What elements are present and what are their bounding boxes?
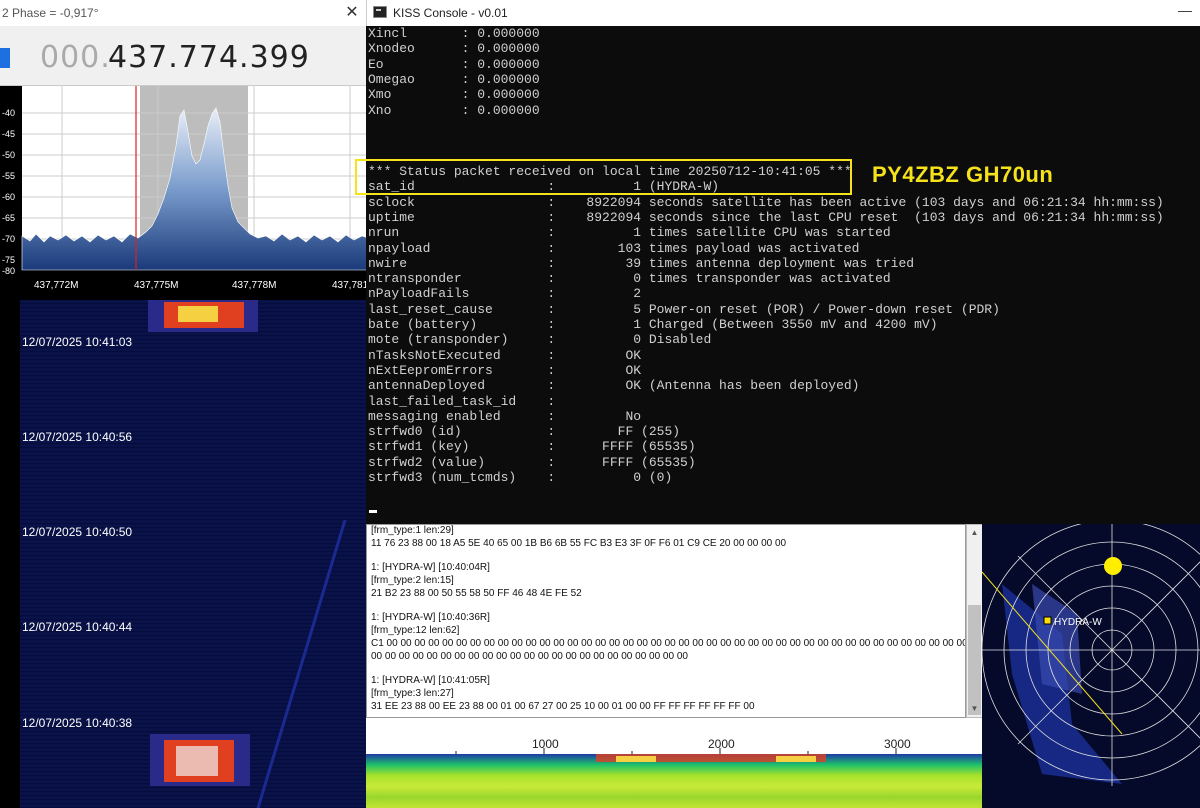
db-tick: -80	[2, 266, 15, 276]
scroll-down-arrow-icon[interactable]: ▼	[967, 701, 982, 717]
db-tick: -65	[2, 213, 15, 223]
signal-burst	[178, 306, 218, 322]
freq-tick: 437,775M	[134, 280, 178, 291]
sdr-window-title: 2 Phase = -0,917°	[2, 6, 99, 20]
db-tick: -60	[2, 192, 15, 202]
console-line: ntransponder : 0 times transponder was a…	[368, 271, 891, 287]
sdr-waterfall[interactable]: 12/07/2025 10:41:03 12/07/2025 10:40:56 …	[0, 300, 368, 808]
waterfall-timestamp: 12/07/2025 10:40:50	[22, 525, 133, 539]
frequency-display[interactable]: 000. 437.774.399	[0, 26, 368, 86]
console-line: Omegao : 0.000000	[368, 71, 540, 87]
console-line: Xincl : 0.000000	[368, 26, 540, 41]
polar-plot-svg	[982, 524, 1200, 786]
packet-log-line: 00 00 00 00 00 00 00 00 00 00 00 00 00 0…	[371, 651, 688, 662]
packet-log-line: [frm_type:3 len:27]	[371, 688, 454, 699]
packet-log-line: 21 B2 23 88 00 50 55 58 50 FF 46 48 4E F…	[371, 588, 582, 599]
waterfall-timestamp: 12/07/2025 10:40:56	[22, 430, 133, 444]
db-tick: -40	[2, 108, 15, 118]
packet-log-line: [frm_type:12 len:62]	[371, 625, 460, 636]
console-output[interactable]: Xincl : 0.000000 Xnodeo : 0.000000 Eo : …	[366, 26, 1200, 524]
console-line: uptime : 8922094 seconds since the last …	[368, 209, 1164, 225]
console-line: strfwd2 (value) : FFFF (65535)	[368, 454, 696, 470]
packet-log-line: 11 76 23 88 00 18 A5 5E 40 65 00 1B B6 6…	[371, 538, 787, 549]
packet-log-line: 1: [HYDRA-W] [10:41:05R]	[371, 675, 490, 686]
waterfall-signals	[148, 300, 347, 808]
db-tick: -50	[2, 150, 15, 160]
audio-frequency-scale: 1000 2000 3000	[366, 718, 982, 754]
console-line: nTasksNotExecuted : OK	[368, 347, 642, 363]
console-line: Xnodeo : 0.000000	[368, 41, 540, 57]
waterfall-timestamp: 12/07/2025 10:40:38	[22, 716, 133, 730]
callsign-annotation: PY4ZBZ GH70un	[872, 162, 1054, 187]
kiss-window-title: KISS Console - v0.01	[393, 6, 508, 20]
audio-signal	[596, 754, 826, 762]
console-line: nExtEepromErrors : OK	[368, 362, 642, 378]
db-tick: -75	[2, 255, 15, 265]
frequency-value[interactable]: 437.774.399	[108, 40, 310, 75]
packet-log-line: 1: [HYDRA-W] [10:40:04R]	[371, 562, 490, 573]
spectrum-svg: -40 -45 -50 -55 -60 -65 -70 -75 -80 437,…	[2, 86, 369, 291]
console-line: strfwd0 (id) : FF (255)	[368, 424, 681, 440]
console-line: last_reset_cause : 5 Power-on reset (POR…	[368, 301, 1000, 317]
console-line: Eo : 0.000000	[368, 56, 540, 72]
polar-tracking-plot[interactable]	[982, 524, 1200, 808]
packet-log-line: 1: [HYDRA-W] [10:40:36R]	[371, 612, 490, 623]
satellite-label: HYDRA-W	[1054, 617, 1102, 628]
console-line: mote (transponder) : 0 Disabled	[368, 332, 712, 348]
db-tick: -55	[2, 171, 15, 181]
sun-icon	[1104, 557, 1122, 575]
packet-log[interactable]: [frm_type:1 len:29] 11 76 23 88 00 18 A5…	[366, 524, 966, 718]
frequency-slider[interactable]	[0, 48, 10, 68]
console-line: messaging enabled : No	[368, 408, 642, 424]
console-line: npayload : 103 times payload was activat…	[368, 240, 860, 256]
console-line: nPayloadFails : 2	[368, 286, 642, 302]
packet-log-line: C1 00 00 00 00 00 00 00 00 00 00 00 00 0…	[371, 638, 966, 649]
console-line: bate (battery) : 1 Charged (Between 3550…	[368, 317, 938, 332]
packet-log-line: 31 EE 23 88 00 EE 23 88 00 01 00 67 27 0…	[371, 701, 755, 712]
console-line: strfwd3 (num_tcmds) : 0 (0)	[368, 470, 673, 485]
console-line: antennaDeployed : OK (Antenna has been d…	[368, 378, 860, 394]
waterfall-timestamp: 12/07/2025 10:40:44	[22, 620, 133, 634]
freq-tick: 437,778M	[232, 280, 276, 291]
packet-log-line: [frm_type:2 len:15]	[371, 575, 454, 586]
console-line: Xno : 0.000000	[368, 102, 540, 118]
console-app-icon	[373, 6, 387, 18]
kiss-console-titlebar: KISS Console - v0.01	[366, 0, 1200, 26]
console-cursor	[369, 510, 377, 513]
audio-waterfall[interactable]: 1000 2000 3000	[366, 718, 982, 808]
signal-burst	[176, 746, 218, 776]
console-line: Xmo : 0.000000	[368, 87, 540, 103]
satellite-marker-icon[interactable]	[1043, 616, 1052, 625]
packet-log-scrollbar[interactable]: ▲ ▼	[966, 524, 983, 718]
audio-scale-label: 3000	[884, 737, 911, 751]
freq-tick: 437,781	[332, 280, 368, 291]
audio-spectrogram	[366, 754, 982, 808]
close-icon[interactable]: ✕	[340, 3, 364, 23]
console-line: last_failed_task_id :	[368, 393, 556, 409]
scroll-up-arrow-icon[interactable]: ▲	[967, 525, 982, 541]
minimize-icon[interactable]: —	[1178, 2, 1198, 18]
console-line: nrun : 1 times satellite CPU was started	[368, 225, 891, 241]
freq-tick: 437,772M	[34, 280, 78, 291]
console-line: strfwd1 (key) : FFFF (65535)	[368, 439, 696, 455]
frequency-leading-digits[interactable]: 000.	[40, 40, 111, 75]
scrollbar-thumb[interactable]	[968, 605, 981, 715]
db-tick: -70	[2, 234, 15, 244]
doppler-trace	[256, 519, 347, 808]
status-highlight-box	[355, 159, 852, 195]
audio-scale-label: 2000	[708, 737, 735, 751]
sdr-titlebar: 2 Phase = -0,917° ✕	[0, 0, 368, 26]
console-line: sclock : 8922094 seconds satellite has b…	[368, 194, 1164, 210]
waterfall-timestamp: 12/07/2025 10:41:03	[22, 335, 133, 349]
spectrum-plot[interactable]: -40 -45 -50 -55 -60 -65 -70 -75 -80 437,…	[0, 86, 369, 300]
packet-log-line: [frm_type:1 len:29]	[371, 525, 454, 536]
db-tick: -45	[2, 129, 15, 139]
audio-scale-label: 1000	[532, 737, 559, 751]
console-line: nwire : 39 times antenna deployment was …	[368, 255, 915, 271]
